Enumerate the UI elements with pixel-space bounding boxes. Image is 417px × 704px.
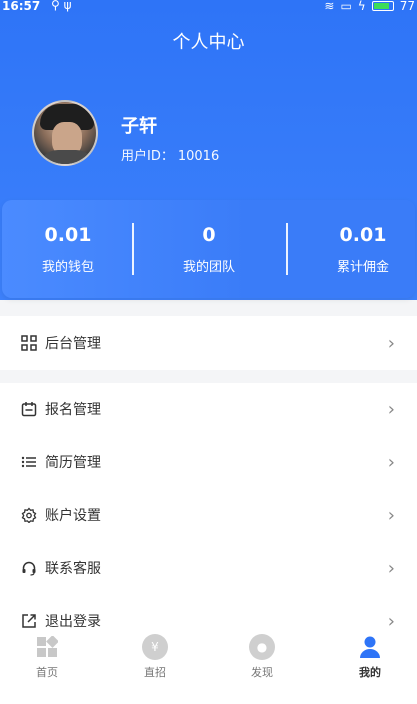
sim-icon: ▭	[340, 0, 352, 13]
usb-icon: ⚲ ψ	[51, 0, 72, 12]
battery-level: 77	[399, 0, 415, 13]
menu-label: 报名管理	[45, 402, 101, 418]
settings-icon	[20, 506, 38, 524]
tab-discover[interactable]: ● 发现	[227, 634, 297, 680]
battery-icon	[371, 1, 394, 11]
chevron-right-icon: ›	[387, 557, 395, 579]
chat-bubble-icon: ●	[249, 634, 275, 660]
menu-item-account-settings[interactable]: 账户设置 ›	[0, 489, 417, 541]
chevron-right-icon: ›	[387, 504, 395, 526]
user-id: 用户ID： 10016	[121, 145, 219, 164]
menu-item-resume[interactable]: 简历管理 ›	[0, 436, 417, 488]
tab-mine[interactable]: 我的	[335, 634, 405, 680]
list-icon	[20, 453, 38, 471]
username: 子轩	[121, 116, 157, 137]
yen-coin-icon: ¥	[142, 634, 168, 660]
grid-icon	[20, 334, 38, 352]
status-bar: 16:57 ⚲ ψ ≋ ▭ ϟ 77	[0, 0, 417, 14]
stat-divider	[286, 223, 288, 275]
chevron-right-icon: ›	[387, 398, 395, 420]
avatar[interactable]	[32, 100, 98, 166]
tab-label: 直招	[144, 666, 166, 679]
user-icon	[357, 634, 383, 660]
chevron-right-icon: ›	[387, 451, 395, 473]
user-id-value: 10016	[177, 149, 220, 164]
user-id-label: 用户ID：	[121, 149, 174, 164]
stat-value: 0	[202, 224, 216, 246]
stat-wallet[interactable]: 0.01 我的钱包	[3, 224, 133, 275]
calendar-icon	[20, 400, 38, 418]
menu-label: 联系客服	[45, 561, 101, 577]
stats-card: 0.01 我的钱包 0 我的团队 0.01 累计佣金	[2, 200, 415, 298]
charging-icon: ϟ	[357, 0, 366, 13]
tab-bar: 首页 ¥ 直招 ● 发现 我的	[0, 630, 417, 704]
logout-icon	[20, 612, 38, 630]
menu-label: 退出登录	[45, 614, 101, 630]
menu-label: 简历管理	[45, 455, 101, 471]
home-icon	[34, 634, 60, 660]
menu-item-customer-service[interactable]: 联系客服 ›	[0, 542, 417, 594]
headset-icon	[20, 559, 38, 577]
stat-commission[interactable]: 0.01 累计佣金	[298, 224, 417, 275]
page-title: 个人中心	[172, 32, 245, 53]
stat-label: 我的团队	[182, 260, 235, 275]
wifi-icon: ≋	[324, 0, 335, 13]
menu-label: 后台管理	[45, 336, 101, 352]
chevron-right-icon: ›	[387, 332, 395, 354]
tab-label: 首页	[36, 666, 58, 679]
chevron-right-icon: ›	[387, 610, 395, 632]
menu-label: 账户设置	[45, 508, 101, 524]
stat-value: 0.01	[44, 224, 92, 246]
menu-section: 报名管理 › 简历管理 › 账户设置 › 联系客服 › 退出登录 ›	[0, 383, 417, 632]
status-time: 16:57	[2, 0, 41, 13]
tab-label: 发现	[251, 666, 273, 679]
stat-team[interactable]: 0 我的团队	[144, 224, 274, 275]
stat-divider	[132, 223, 134, 275]
tab-label: 我的	[359, 666, 381, 679]
menu-item-admin[interactable]: 后台管理 ›	[0, 317, 417, 369]
menu-item-registration[interactable]: 报名管理 ›	[0, 383, 417, 435]
tab-direct-recruit[interactable]: ¥ 直招	[120, 634, 190, 680]
admin-section: 后台管理 ›	[0, 316, 417, 370]
tab-home[interactable]: 首页	[12, 634, 82, 680]
stat-value: 0.01	[339, 224, 387, 246]
stat-label: 我的钱包	[41, 260, 94, 275]
stat-label: 累计佣金	[336, 260, 389, 275]
